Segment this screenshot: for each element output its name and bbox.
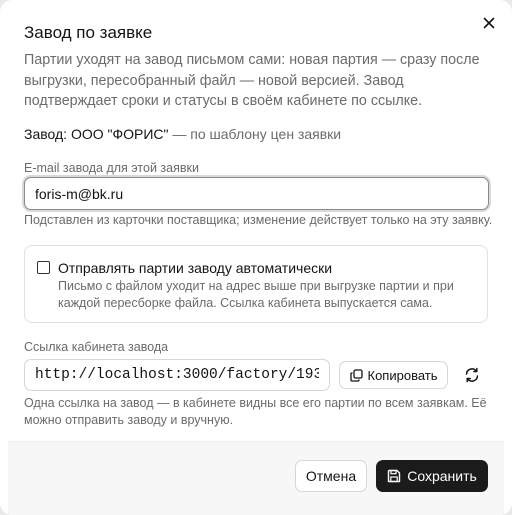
email-hint: Подставлен из карточки поставщика; измен…	[24, 213, 493, 227]
cancel-button[interactable]: Отмена	[295, 460, 367, 492]
factory-name: ООО "ФОРИС"	[70, 126, 169, 142]
copy-link-button[interactable]: Копировать	[339, 361, 448, 389]
copy-button-label: Копировать	[367, 367, 438, 383]
regenerate-link-button[interactable]	[460, 364, 484, 386]
cabinet-link-field[interactable]	[24, 359, 330, 391]
email-field[interactable]	[24, 177, 489, 210]
dialog-title: Завод по заявке	[24, 23, 153, 42]
refresh-icon	[465, 367, 479, 383]
cabinet-link-label: Ссылка кабинета завода	[24, 340, 169, 354]
auto-send-label[interactable]: Отправлять партии заводу автоматически	[58, 260, 332, 276]
save-button-label: Сохранить	[407, 468, 477, 484]
close-icon	[483, 17, 495, 29]
email-label: E-mail завода для этой заявки	[24, 161, 199, 175]
save-button[interactable]: Сохранить	[376, 460, 488, 492]
factory-dialog: Завод по заявке Партии уходят на завод п…	[0, 0, 512, 515]
auto-send-checkbox[interactable]	[37, 261, 50, 274]
factory-info: Завод: ООО "ФОРИС" — по шаблону цен заяв…	[24, 126, 341, 142]
save-icon	[388, 469, 401, 483]
factory-template-note: — по шаблону цен заявки	[168, 126, 342, 142]
cabinet-link-hint: Одна ссылка на завод — в кабинете видны …	[24, 396, 487, 427]
factory-prefix: Завод:	[24, 126, 71, 142]
dialog-description: Партии уходят на завод письмом сами: нов…	[24, 52, 480, 109]
close-button[interactable]	[478, 12, 500, 34]
auto-send-description: Письмо с файлом уходит на адрес выше при…	[58, 279, 454, 310]
copy-icon	[349, 368, 363, 382]
